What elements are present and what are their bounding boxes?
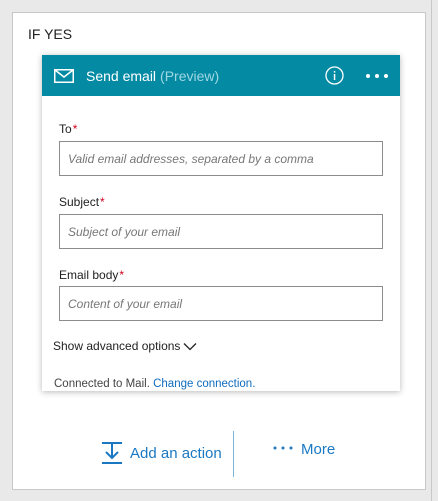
add-an-action-button[interactable]: Add an action [101, 441, 222, 465]
send-email-card: Send email(Preview) To* Subject* Email b… [42, 55, 400, 391]
card-title-text: Send email [86, 68, 157, 84]
email-body-label: Email body* [59, 268, 124, 282]
action-divider [233, 431, 234, 477]
subject-input[interactable] [59, 214, 383, 249]
add-step-icon [102, 442, 122, 464]
email-body-required-mark: * [119, 268, 125, 282]
action-bar: Add an action More [13, 431, 427, 481]
ellipsis-icon [273, 446, 293, 449]
change-connection-link[interactable]: Change connection. [153, 378, 255, 390]
info-icon[interactable] [325, 66, 344, 85]
right-edge-rule [431, 0, 432, 501]
subject-label-text: Subject [59, 195, 100, 209]
branch-title: IF YES [28, 26, 73, 42]
to-input[interactable] [59, 141, 383, 176]
email-body-input[interactable] [59, 286, 383, 321]
more-horizontal-icon[interactable] [365, 73, 389, 79]
email-body-label-text: Email body [59, 268, 119, 282]
mail-icon [54, 69, 74, 83]
subject-required-mark: * [100, 195, 105, 209]
subject-label: Subject* [59, 195, 105, 209]
add-an-action-label: Add an action [130, 444, 222, 462]
connection-info: Connected to Mail. Change connection. [54, 378, 255, 390]
preview-tag: (Preview) [160, 68, 220, 84]
to-required-mark: * [72, 122, 78, 136]
to-label-text: To [59, 122, 72, 136]
more-label: More [301, 441, 336, 458]
if-yes-branch: IF YES Send email (Preview) To* Valid em… [12, 12, 426, 490]
card-header[interactable]: Send email (Preview) [42, 55, 400, 96]
card-title: Send email (Preview) [86, 68, 219, 84]
more-button[interactable]: More [272, 441, 335, 458]
to-label: To* [59, 122, 77, 136]
connection-text: Connected to Mail. [54, 378, 150, 390]
advanced-options-label: Show advanced options [53, 339, 181, 353]
chevron-down-icon [183, 342, 197, 350]
show-advanced-options-toggle[interactable]: Show advanced options [53, 339, 197, 353]
